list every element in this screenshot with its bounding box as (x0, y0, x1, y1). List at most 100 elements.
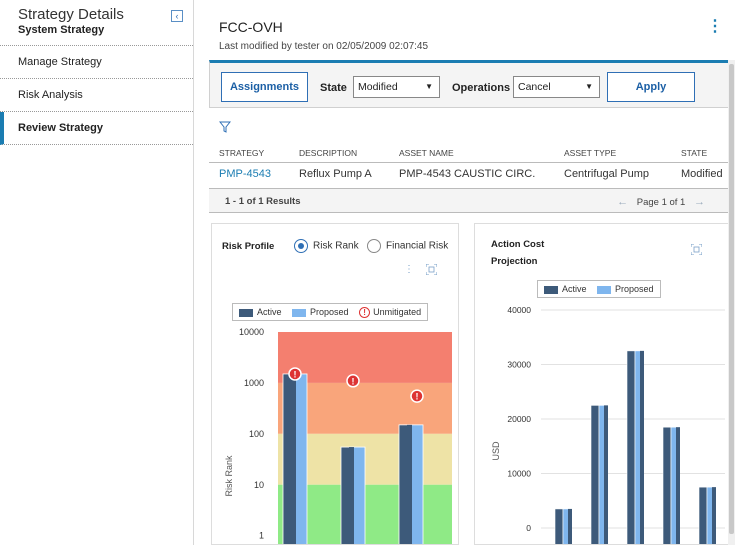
table-row[interactable]: PMP-4543 Reflux Pump A PMP-4543 CAUSTIC … (219, 168, 731, 186)
legend-unmitigated[interactable]: ! Unmitigated (359, 307, 422, 319)
results-count: 1 - 1 of 1 Results (225, 196, 301, 207)
cell-state: Modified (681, 168, 723, 180)
chevron-left-icon[interactable]: ‹ (171, 10, 183, 22)
col-description[interactable]: DESCRIPTION (299, 148, 357, 158)
divider (209, 162, 731, 163)
page-indicator: Page 1 of 1 (636, 197, 686, 208)
proposed-bar-stripe (349, 447, 354, 544)
legend-active[interactable]: Active (239, 307, 282, 317)
state-select-value: Modified (358, 81, 398, 93)
active-swatch (544, 285, 558, 294)
y-tick-label: 1 (259, 531, 264, 541)
proposed-bar-stripe (604, 405, 608, 544)
financial-risk-radio-label: Financial Risk (386, 240, 449, 252)
y-tick-label: 1000 (244, 378, 264, 388)
radio-unselected-icon (367, 239, 381, 253)
y-axis-label: Risk Rank (224, 455, 234, 497)
cell-description: Reflux Pump A (299, 168, 372, 180)
filter-icon[interactable] (218, 121, 232, 136)
apply-button[interactable]: Apply (607, 72, 695, 102)
radio-selected-icon (294, 239, 308, 253)
unmitigated-marker-glyph: ! (416, 392, 419, 402)
proposed-swatch (292, 308, 307, 317)
proposed-bar (410, 424, 424, 544)
operations-label: Operations (452, 82, 511, 94)
risk-profile-card: Risk Profile Risk Rank Financial Risk ⋮ … (211, 223, 459, 545)
action-cost-card: Action Cost Projection Active Proposed 0… (474, 223, 729, 545)
proposed-bar-stripe (568, 508, 572, 544)
legend-active-label: Active (562, 284, 587, 294)
assignments-button[interactable]: Assignments (221, 72, 308, 102)
caret-down-icon: ▼ (585, 82, 593, 91)
y-tick-label: 0 (526, 523, 531, 533)
active-bar (662, 426, 672, 544)
legend-proposed-label: Proposed (310, 307, 349, 317)
proposed-bar-stripe (640, 350, 644, 544)
col-strategy[interactable]: STRATEGY (219, 148, 264, 158)
col-state[interactable]: STATE (681, 148, 707, 158)
warning-icon: ! (359, 307, 371, 319)
y-tick-label: 10 (254, 480, 264, 490)
action-cost-chart: 0 10000 20000 30000 40000 USD (491, 306, 725, 544)
action-cost-title-line1: Action Cost (491, 239, 545, 250)
last-modified: Last modified by tester on 02/05/2009 02… (219, 41, 429, 52)
active-bar (590, 405, 600, 544)
expand-icon[interactable] (690, 243, 703, 258)
financial-risk-radio[interactable]: Financial Risk (367, 239, 448, 253)
operations-select[interactable]: Cancel ▼ (513, 76, 600, 98)
active-bar (698, 486, 708, 544)
y-tick-label: 40000 (507, 306, 531, 315)
risk-rank-chart: 1 10 100 1000 10000 Risk Rank!!! (224, 327, 452, 544)
more-icon[interactable]: ⋮ (404, 264, 414, 275)
legend-active-label: Active (257, 307, 282, 317)
y-tick-label: 100 (249, 429, 264, 439)
sidebar: Strategy Details System Strategy ‹ Manag… (0, 0, 194, 545)
next-page-icon[interactable]: → (694, 196, 705, 208)
y-axis-label: USD (491, 441, 501, 461)
cell-asset-name: PMP-4543 CAUSTIC CIRC. (399, 168, 536, 180)
main-panel: FCC-OVH Last modified by tester on 02/05… (195, 0, 735, 545)
sidebar-header: Strategy Details System Strategy ‹ (0, 0, 193, 46)
strategy-link[interactable]: PMP-4543 (219, 168, 271, 180)
page-title: FCC-OVH (219, 19, 283, 35)
legend-unmitigated-label: Unmitigated (373, 307, 422, 317)
legend-active[interactable]: Active (544, 284, 587, 294)
y-tick-label: 10000 (507, 469, 531, 479)
y-tick-label: 30000 (507, 360, 531, 370)
proposed-bar-stripe (676, 427, 680, 544)
prev-page-icon[interactable]: ← (617, 196, 628, 208)
sidebar-subtitle: System Strategy (18, 24, 105, 36)
sidebar-title: Strategy Details (18, 6, 124, 23)
col-asset-name[interactable]: ASSET NAME (399, 148, 454, 158)
active-bar (626, 350, 636, 544)
y-tick-label: 10000 (239, 327, 264, 337)
expand-icon[interactable] (425, 263, 438, 278)
legend-proposed-label: Proposed (615, 284, 654, 294)
active-bar (554, 508, 564, 544)
risk-rank-radio[interactable]: Risk Rank (294, 239, 359, 253)
risk-rank-radio-label: Risk Rank (313, 240, 359, 252)
proposed-bar (352, 446, 366, 544)
scrollbar-thumb[interactable] (729, 64, 734, 534)
proposed-bar (294, 373, 308, 544)
state-label: State (320, 82, 347, 94)
proposed-bar-stripe (291, 373, 296, 544)
sidebar-item-manage-strategy[interactable]: Manage Strategy (0, 46, 193, 79)
y-tick-label: 20000 (507, 414, 531, 424)
unmitigated-marker-glyph: ! (294, 369, 297, 379)
caret-down-icon: ▼ (425, 82, 433, 91)
state-select[interactable]: Modified ▼ (353, 76, 440, 98)
cell-asset-type: Centrifugal Pump (564, 168, 649, 180)
kebab-menu-icon[interactable]: ⋮ (707, 19, 723, 35)
legend-proposed[interactable]: Proposed (292, 307, 349, 317)
pagination: ← Page 1 of 1 → (611, 196, 711, 208)
action-cost-title-line2: Projection (491, 256, 538, 267)
proposed-bar-stripe (712, 487, 716, 544)
sidebar-item-review-strategy[interactable]: Review Strategy (0, 112, 193, 145)
sidebar-item-risk-analysis[interactable]: Risk Analysis (0, 79, 193, 112)
col-asset-type[interactable]: ASSET TYPE (564, 148, 616, 158)
unmitigated-marker-glyph: ! (352, 376, 355, 386)
legend-proposed[interactable]: Proposed (597, 284, 654, 294)
vertical-scrollbar[interactable] (728, 60, 735, 545)
active-swatch (239, 308, 253, 317)
